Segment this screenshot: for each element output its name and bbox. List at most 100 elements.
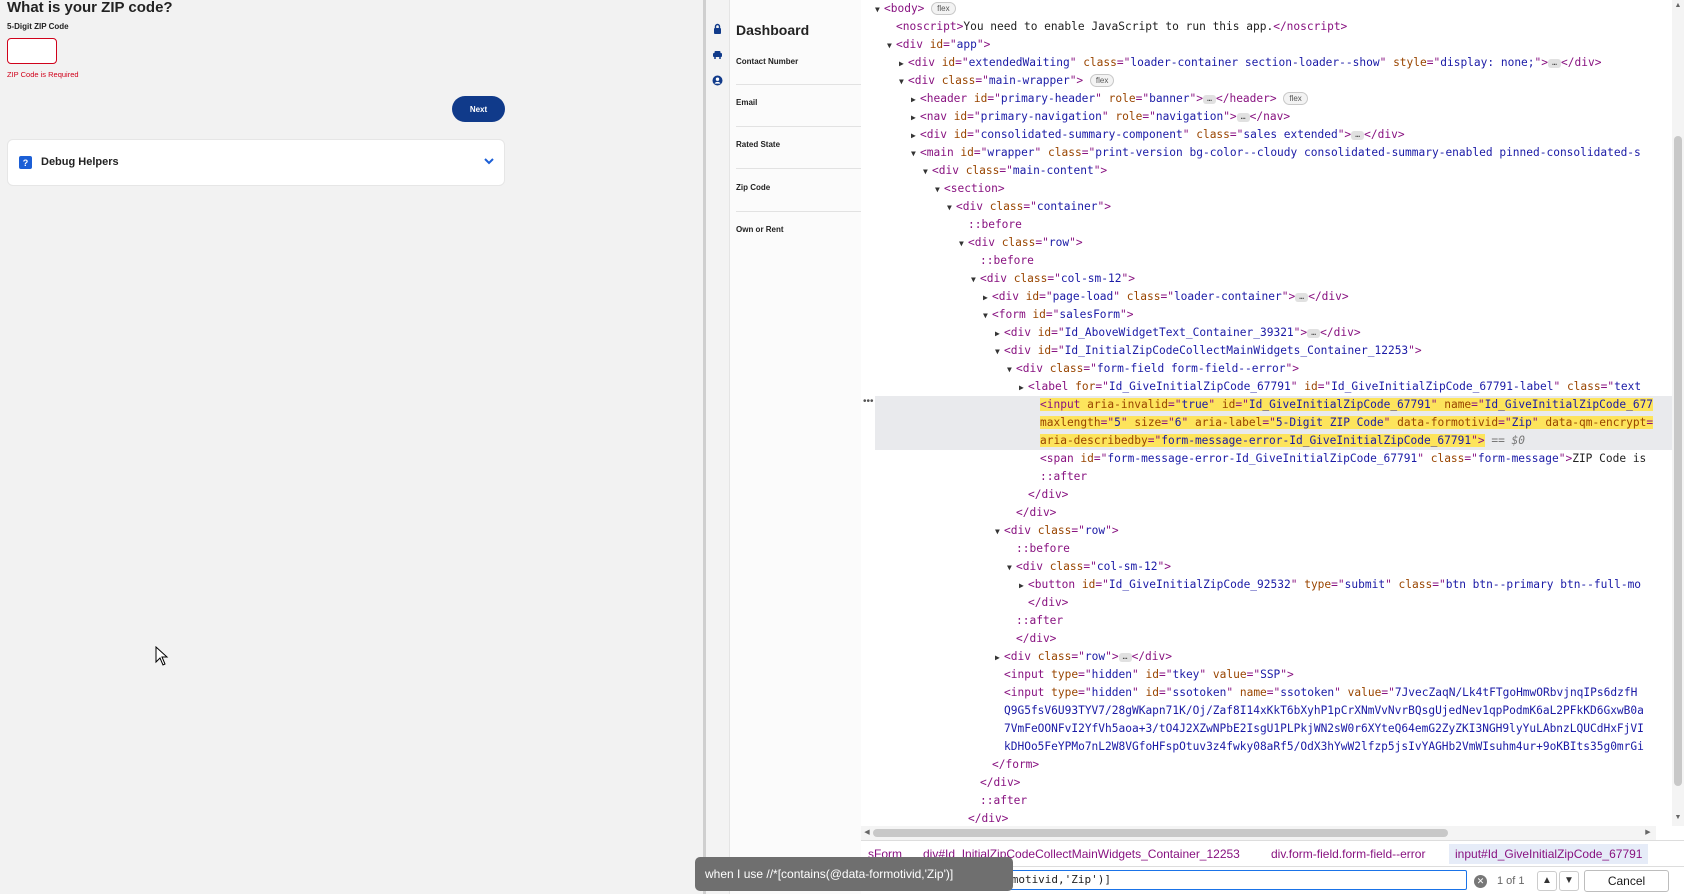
dom-node[interactable]: ▼ <div class="row"> (875, 522, 1672, 540)
collapse-triangle-icon[interactable]: ▼ (887, 37, 896, 54)
separator (736, 168, 861, 169)
dashboard-item-contact-number: Contact Number (736, 57, 799, 66)
dom-node[interactable]: ::before (875, 540, 1672, 558)
dom-node[interactable]: <input type="hidden" id="tkey" value="SS… (875, 666, 1672, 684)
scroll-left-icon[interactable]: ◀ (863, 829, 871, 837)
dom-node[interactable]: ▼ <main id="wrapper" class="print-version… (875, 144, 1672, 162)
collapse-triangle-icon[interactable]: ▼ (899, 73, 908, 90)
previous-match-button[interactable]: ▲ (1537, 871, 1557, 891)
expand-triangle-icon[interactable]: ▶ (1019, 379, 1028, 396)
dom-node[interactable]: ▶ <nav id="primary-navigation" role="navi… (875, 108, 1672, 126)
collapse-triangle-icon[interactable]: ▼ (875, 1, 884, 18)
scroll-right-icon[interactable]: ▶ (1644, 829, 1652, 837)
dom-node[interactable]: ▼ <section> (875, 180, 1672, 198)
dom-node[interactable]: <noscript>You need to enable JavaScript … (875, 18, 1672, 36)
dom-node[interactable]: ::after (875, 468, 1672, 486)
dom-node[interactable]: ▼ <form id="salesForm"> (875, 306, 1672, 324)
dom-tree[interactable]: ▼ <body> flex <noscript>You need to enable… (875, 0, 1672, 826)
dom-node[interactable]: ▼ <div class="row"> (875, 234, 1672, 252)
dom-node[interactable]: ▼ <div class="main-wrapper"> flex (875, 72, 1672, 90)
expand-triangle-icon[interactable]: ▶ (899, 55, 908, 72)
debug-helpers-panel[interactable]: ? Debug Helpers (7, 139, 505, 186)
dom-node[interactable]: ▼ <div class="col-sm-12"> (875, 270, 1672, 288)
dashboard-item-email: Email (736, 98, 758, 107)
dom-node[interactable]: <span id="form-message-error-Id_GiveInit… (875, 450, 1672, 468)
collapse-triangle-icon[interactable]: ▼ (995, 523, 1004, 540)
expand-triangle-icon[interactable]: ▶ (1019, 577, 1028, 594)
dom-node[interactable]: </div> (875, 504, 1672, 522)
collapse-triangle-icon[interactable]: ▼ (935, 181, 944, 198)
user-icon[interactable] (712, 75, 723, 86)
dom-node[interactable]: Q9G5fsV6U93TYV7/28gWKapn71K/Oj/Zaf8I14xK… (875, 702, 1672, 720)
breadcrumb-item[interactable]: div.form-field.form-field--error (1271, 847, 1425, 861)
collapse-triangle-icon[interactable]: ▼ (983, 307, 992, 324)
collapse-triangle-icon[interactable]: ▼ (959, 235, 968, 252)
expand-triangle-icon[interactable]: ▶ (983, 289, 992, 306)
more-actions-icon[interactable]: ••• (863, 396, 874, 407)
dom-node[interactable]: ▼ <div class="form-field form-field--erro… (875, 360, 1672, 378)
dom-node[interactable]: kDHOo5FeYPMo7nL2W8VGfoHFspOtuv3z4fwky08a… (875, 738, 1672, 756)
dom-node[interactable]: ▶ <div id="page-load" class="loader-conta… (875, 288, 1672, 306)
chevron-down-icon[interactable] (483, 155, 495, 167)
vertical-scrollbar[interactable]: ▲ ▼ (1672, 0, 1684, 826)
collapse-triangle-icon[interactable]: ▼ (947, 199, 956, 216)
next-match-button[interactable]: ▼ (1559, 871, 1579, 891)
dom-node[interactable]: </div> (875, 810, 1672, 826)
next-button[interactable]: Next (452, 96, 505, 122)
collapse-triangle-icon[interactable]: ▼ (1007, 559, 1016, 576)
expand-triangle-icon[interactable]: ▶ (911, 109, 920, 126)
scroll-down-icon[interactable]: ▼ (1674, 814, 1682, 822)
dom-node[interactable]: <input type="hidden" id="ssotoken" name=… (875, 684, 1672, 702)
help-icon: ? (19, 156, 32, 169)
dom-node[interactable]: ::before (875, 216, 1672, 234)
dom-node[interactable]: ::after (875, 792, 1672, 810)
zip-code-input[interactable] (7, 38, 57, 64)
dom-node[interactable]: ▼ <div class="col-sm-12"> (875, 558, 1672, 576)
vertical-scroll-thumb[interactable] (1674, 136, 1682, 786)
dom-node[interactable]: ▶ <div id="consolidated-summary-component… (875, 126, 1672, 144)
dom-node[interactable]: </div> (875, 774, 1672, 792)
zip-field-label: 5-Digit ZIP Code (7, 22, 69, 31)
collapse-triangle-icon[interactable]: ▼ (923, 163, 932, 180)
collapse-triangle-icon[interactable]: ▼ (1007, 361, 1016, 378)
clear-search-icon[interactable]: ✕ (1474, 875, 1487, 888)
dom-node[interactable]: </div> (875, 594, 1672, 612)
dom-node[interactable]: </div> (875, 630, 1672, 648)
horizontal-scroll-thumb[interactable] (873, 829, 1448, 837)
dashboard-icon-rail (706, 0, 730, 894)
dom-node[interactable]: ▼ <div class="main-content"> (875, 162, 1672, 180)
dom-node[interactable]: ::before (875, 252, 1672, 270)
page-title: What is your ZIP code? (7, 0, 173, 16)
dom-node[interactable]: ▼ <div class="container"> (875, 198, 1672, 216)
dom-node[interactable]: 7VmFeOONFvI2YfVh5aoa+3/tO4J2XZwNPbE2IsgU… (875, 720, 1672, 738)
dom-node[interactable]: ▼ <div id="Id_InitialZipCodeCollectMainWi… (875, 342, 1672, 360)
dom-node[interactable]: ▶ <label for="Id_GiveInitialZipCode_67791… (875, 378, 1672, 396)
dom-node[interactable]: ▶ <div id="extendedWaiting" class="loader… (875, 54, 1672, 72)
dom-node[interactable]: </div> (875, 486, 1672, 504)
dom-node[interactable]: ▶ <header id="primary-header" role="banne… (875, 90, 1672, 108)
collapse-triangle-icon[interactable]: ▼ (911, 145, 920, 162)
dom-node-selected[interactable]: maxlength="5" size="6" aria-label="5-Dig… (875, 414, 1672, 432)
dom-node[interactable]: ▶ <div class="row">… </div> (875, 648, 1672, 666)
scroll-up-icon[interactable]: ▲ (1674, 2, 1682, 10)
expand-triangle-icon[interactable]: ▶ (995, 325, 1004, 342)
dom-node[interactable]: ▶ <div id="Id_AboveWidgetText_Container_3… (875, 324, 1672, 342)
cancel-search-button[interactable]: Cancel (1584, 870, 1669, 892)
expand-triangle-icon[interactable]: ▶ (995, 649, 1004, 666)
car-icon[interactable] (712, 49, 723, 60)
dom-node-selected[interactable]: aria-describedby="form-message-error-Id_… (875, 432, 1672, 450)
lock-icon[interactable] (712, 23, 723, 34)
expand-triangle-icon[interactable]: ▶ (911, 91, 920, 108)
expand-triangle-icon[interactable]: ▶ (911, 127, 920, 144)
collapse-triangle-icon[interactable]: ▼ (971, 271, 980, 288)
dom-node[interactable]: </form> (875, 756, 1672, 774)
dom-node[interactable]: ::after (875, 612, 1672, 630)
dom-node[interactable]: ▼ <div id="app"> (875, 36, 1672, 54)
horizontal-scrollbar[interactable]: ◀ ▶ (861, 826, 1656, 840)
breadcrumb-item-active[interactable]: input#Id_GiveInitialZipCode_67791 (1449, 844, 1649, 864)
dom-node[interactable]: ▶ <button id="Id_GiveInitialZipCode_92532… (875, 576, 1672, 594)
dom-node[interactable]: ▼ <body> flex (875, 0, 1672, 18)
dom-node-selected[interactable]: <input aria-invalid="true" id="Id_GiveIn… (875, 396, 1672, 414)
zip-form-page: What is your ZIP code? 5-Digit ZIP Code … (0, 0, 703, 894)
collapse-triangle-icon[interactable]: ▼ (995, 343, 1004, 360)
